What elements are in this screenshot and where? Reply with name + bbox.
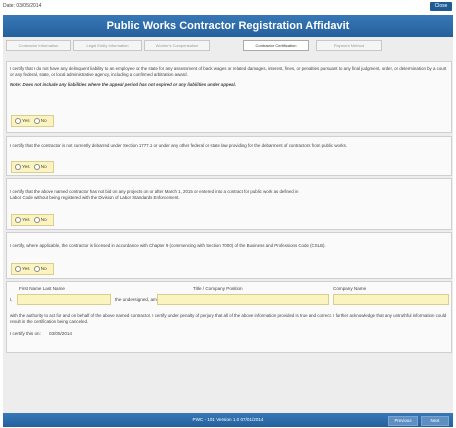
title-label: Title / Company Position [193,286,243,291]
yes-label: Yes [22,118,30,123]
certification-licensed: I certify, where applicable, the contrac… [6,232,452,279]
next-button[interactable]: Next [421,416,449,426]
no-radio[interactable] [33,265,40,272]
yes-label: Yes [22,266,30,271]
certification-registered: I certify that the above named contracto… [6,178,452,230]
certify-date-value: 03/05/2014 [49,331,72,336]
perjury-statement: with the authority to act for and on beh… [10,313,447,324]
company-label: Company Name [333,286,367,291]
tab-legal-entity-information[interactable]: Legal Entity Information [73,40,142,51]
title-input[interactable] [157,294,329,305]
section-text: I certify that the above named contracto… [10,189,299,200]
tab-payment-method[interactable]: Payment Method [316,40,382,51]
previous-button[interactable]: Previous [388,416,418,426]
page-title: Public Works Contractor Registration Aff… [106,20,350,32]
no-radio[interactable] [33,117,40,124]
tab-workers-compensation[interactable]: Worker's Compensation [144,40,210,51]
no-label: No [40,164,47,169]
yes-no-group: Yes No [11,214,54,226]
form-panel: Public Works Contractor Registration Aff… [3,15,453,427]
section-text: I certify that the contractor is not cur… [10,143,348,148]
section-note: Note: Does not include any liabilities w… [10,82,236,87]
no-label: No [40,118,47,123]
version-label: PWC - 101 Version 1.0 07/01/2014 [192,417,264,422]
yes-no-group: Yes No [11,263,54,275]
yes-no-group: Yes No [11,115,54,127]
name-input[interactable] [17,294,111,305]
signature-section: First Name Last Name Title / Company Pos… [6,281,452,353]
date-label: Date: 03/05/2014 [3,3,42,9]
tab-contractor-certification[interactable]: Contractor Certification [243,40,309,51]
tab-contractor-information[interactable]: Contractor Information [6,40,71,51]
no-radio[interactable] [33,216,40,223]
company-input[interactable] [333,294,449,305]
yes-label: Yes [22,217,30,222]
certification-not-debarred: I certify that the contractor is not cur… [6,136,452,176]
section-text: I certify, where applicable, the contrac… [10,243,326,248]
yes-label: Yes [22,164,30,169]
yes-radio[interactable] [15,216,21,223]
certification-delinquent-liability: I certify that I do not have any delinqu… [6,61,452,133]
i-label: I, [10,297,13,302]
yes-no-group: Yes No [11,161,54,173]
form-header: Public Works Contractor Registration Aff… [3,15,453,37]
undersigned-label: the undersigned, am [115,297,157,302]
section-text: I certify that I do not have any delinqu… [10,66,447,77]
footer: PWC - 101 Version 1.0 07/01/2014 Previou… [3,413,453,427]
top-bar: Date: 03/05/2014 Close [0,0,456,13]
no-radio[interactable] [33,163,40,170]
close-button[interactable]: Close [430,2,452,11]
yes-radio[interactable] [15,265,21,272]
first-last-label: First Name Last Name [19,286,65,291]
yes-radio[interactable] [15,117,21,124]
certify-date-label: I certify this on: [10,331,41,336]
yes-radio[interactable] [15,163,21,170]
no-label: No [40,266,47,271]
no-label: No [40,217,47,222]
